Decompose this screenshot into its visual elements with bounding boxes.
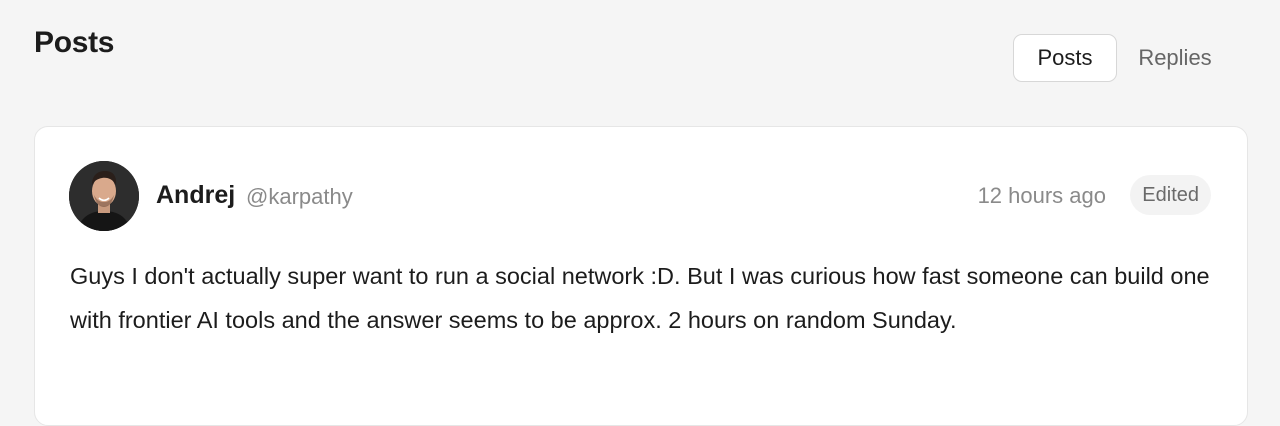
edited-badge: Edited	[1130, 175, 1211, 215]
tab-bar: Posts Replies	[1013, 34, 1233, 82]
page-title: Posts	[34, 26, 115, 59]
post-card: Andrej @karpathy 12 hours ago Edited Guy…	[34, 126, 1248, 426]
author-handle[interactable]: @karpathy	[246, 184, 353, 210]
tab-posts[interactable]: Posts	[1013, 34, 1117, 82]
post-timestamp: 12 hours ago	[977, 183, 1106, 208]
tab-replies[interactable]: Replies	[1117, 34, 1233, 82]
author-name[interactable]: Andrej	[156, 181, 235, 210]
avatar[interactable]	[69, 161, 139, 231]
post-body: Guys I don't actually super want to run …	[70, 263, 1210, 333]
